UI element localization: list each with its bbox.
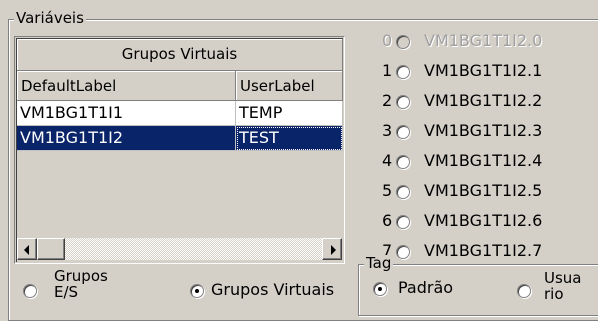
arrow-left-icon <box>24 245 29 255</box>
radio-tag-padrao[interactable] <box>373 282 387 296</box>
channel-label-2: VM1BG1T1I2.2 <box>424 91 543 110</box>
radio-tag-padrao-label: Padrão <box>398 278 454 297</box>
cell-user-label[interactable]: TEST <box>236 126 343 151</box>
variables-groupbox-title: Variáveis <box>14 9 86 27</box>
channel-radio-7[interactable] <box>396 245 410 259</box>
column-header-defaultlabel[interactable]: DefaultLabel <box>17 71 236 101</box>
channel-index: 2 <box>382 91 393 110</box>
channel-radio-6[interactable] <box>396 215 410 229</box>
channel-index: 4 <box>382 151 393 170</box>
radio-grupos-es-label: Grupos E/S <box>54 267 108 301</box>
arrow-right-icon <box>331 245 336 255</box>
radio-tag-usuario[interactable] <box>517 284 531 298</box>
radio-grupos-virtuais-label: Grupos Virtuais <box>211 280 335 299</box>
cell-default-label[interactable]: VM1BG1T1I2 <box>17 126 236 151</box>
horizontal-scrollbar[interactable] <box>17 238 342 260</box>
channel-label-6: VM1BG1T1I2.6 <box>424 211 543 230</box>
column-header-userlabel[interactable]: UserLabel <box>236 71 343 101</box>
virtual-groups-grid[interactable]: Grupos Virtuais DefaultLabel UserLabel V… <box>14 36 345 264</box>
channel-index: 1 <box>382 61 393 80</box>
channel-index: 0 <box>382 31 393 50</box>
scroll-right-button[interactable] <box>322 238 342 260</box>
radio-selected-dot <box>378 287 382 291</box>
channel-label-1: VM1BG1T1I2.1 <box>424 61 543 80</box>
radio-grupos-es[interactable] <box>23 284 37 298</box>
channel-radio-3[interactable] <box>396 125 410 139</box>
channel-index: 3 <box>382 121 393 140</box>
radio-selected-dot <box>195 289 199 293</box>
channel-radio-2[interactable] <box>396 95 410 109</box>
channel-radio-1[interactable] <box>396 65 410 79</box>
channel-radio-0 <box>396 35 410 49</box>
tag-groupbox-title: Tag <box>364 254 394 272</box>
channel-label-5: VM1BG1T1I2.5 <box>424 181 543 200</box>
channel-radio-5[interactable] <box>396 185 410 199</box>
grid-group-header: Grupos Virtuais <box>17 39 343 71</box>
cell-default-label[interactable]: VM1BG1T1I1 <box>17 101 236 126</box>
channel-label-7: VM1BG1T1I2.7 <box>424 241 543 260</box>
scroll-thumb[interactable] <box>37 238 65 260</box>
cell-user-label[interactable]: TEMP <box>236 101 343 126</box>
channel-radio-4[interactable] <box>396 155 410 169</box>
radio-tag-usuario-label: Usua rio <box>544 269 582 303</box>
channel-label-3: VM1BG1T1I2.3 <box>424 121 543 140</box>
channel-label-0: VM1BG1T1I2.0 <box>424 31 543 50</box>
channel-label-4: VM1BG1T1I2.4 <box>424 151 543 170</box>
radio-grupos-virtuais[interactable] <box>190 284 204 298</box>
channel-index: 5 <box>382 181 393 200</box>
scroll-left-button[interactable] <box>17 238 37 260</box>
channel-index: 6 <box>382 211 393 230</box>
